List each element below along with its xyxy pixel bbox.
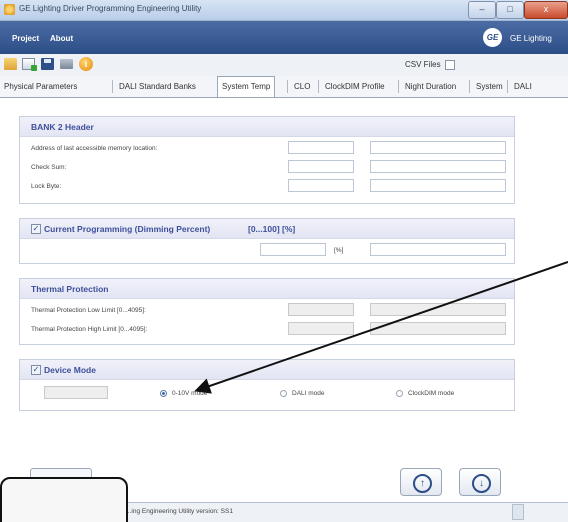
group-header: BANK 2 Header [20,117,514,137]
info-icon[interactable]: i [79,57,93,71]
window-title: GE Lighting Driver Programming Engineeri… [19,4,202,13]
thermal-low-label: Thermal Protection Low Limit [0...4095]: [31,307,146,314]
current-programming-group: ✓ Current Programming (Dimming Percent) … [19,218,515,264]
tab-night-duration[interactable]: Night Duration [401,78,460,95]
arrow-up-icon: ↑ [413,474,432,493]
menu-bar: Project About GE GE Lighting [0,21,568,54]
title-bar: GE Lighting Driver Programming Engineeri… [0,0,568,21]
callout-box [0,477,128,522]
tab-clockdim-profile[interactable]: ClockDIM Profile [321,78,389,95]
export-icon[interactable] [22,58,37,71]
tab-dali-standard-banks[interactable]: DALI Standard Banks [115,78,200,95]
brand-label: GE Lighting [510,34,552,43]
tab-dali[interactable]: DALI [510,78,536,95]
app-window: GE Lighting Driver Programming Engineeri… [0,0,568,522]
window-controls: – □ x [468,0,568,19]
radio-dali-label[interactable]: DALI mode [292,390,325,397]
current-programming-range: [0...100] [%] [248,224,296,234]
thermal-high-field[interactable] [288,322,354,335]
tab-separator [507,80,508,93]
app-icon [4,4,15,15]
radio-dali[interactable] [280,390,287,397]
arrow-down-icon: ↓ [472,474,491,493]
save-icon[interactable] [41,58,54,70]
ge-logo-icon: GE [483,28,502,47]
status-text: ...ing Engineering Utility version: SS1 [126,508,233,515]
thermal-protection-group: Thermal Protection Thermal Protection Lo… [19,278,515,345]
tab-strip: Physical Parameters DALI Standard Banks … [0,76,568,98]
print-icon[interactable] [60,59,73,69]
group-header: ✓ Current Programming (Dimming Percent) … [20,219,514,239]
scroll-down-button[interactable]: ↓ [459,468,501,496]
status-scroll-thumb[interactable] [512,504,524,520]
tab-separator [398,80,399,93]
current-percent-field[interactable] [260,243,326,256]
device-mode-group: ✓ Device Mode 0-10V mode DALI mode Clock… [19,359,515,411]
tab-system[interactable]: System [472,78,507,95]
tab-physical-parameters[interactable]: Physical Parameters [0,78,81,95]
percent-unit-label: [%] [334,247,344,254]
current-programming-title: Current Programming (Dimming Percent) [44,224,211,234]
tab-separator [469,80,470,93]
system-temp-panel: BANK 2 Header Address of last accessible… [0,98,568,502]
lockbyte-hex-field[interactable] [370,179,506,192]
menu-about[interactable]: About [50,34,73,43]
thermal-high-hex-field[interactable] [370,322,506,335]
tab-separator [112,80,113,93]
address-label: Address of last accessible memory locati… [31,145,158,152]
group-header: ✓ Device Mode [20,360,514,380]
lockbyte-value-field[interactable] [288,179,354,192]
menu-project[interactable]: Project [12,34,39,43]
radio-clockdim[interactable] [396,390,403,397]
csv-files-label: CSV Files [405,60,441,69]
checksum-hex-field[interactable] [370,160,506,173]
open-folder-icon[interactable] [4,58,17,70]
minimize-button[interactable]: – [468,1,496,19]
address-value-field[interactable] [288,141,354,154]
group-header: Thermal Protection [20,279,514,299]
thermal-low-hex-field[interactable] [370,303,506,316]
address-hex-field[interactable] [370,141,506,154]
radio-clockdim-label[interactable]: ClockDIM mode [408,390,454,397]
current-hex-field[interactable] [370,243,506,256]
device-mode-field[interactable] [44,386,108,399]
thermal-low-field[interactable] [288,303,354,316]
tab-separator [287,80,288,93]
tab-separator [318,80,319,93]
radio-0-10v-label[interactable]: 0-10V mode [172,390,207,397]
thermal-title: Thermal Protection [31,284,109,294]
bank2-title: BANK 2 Header [31,122,94,132]
device-mode-checkbox[interactable]: ✓ [31,365,41,375]
maximize-button[interactable]: □ [496,1,524,19]
device-mode-title: Device Mode [44,365,96,375]
current-programming-checkbox[interactable]: ✓ [31,224,41,234]
close-button[interactable]: x [524,1,568,19]
checksum-value-field[interactable] [288,160,354,173]
tab-clo[interactable]: CLO [290,78,314,95]
lockbyte-label: Lock Byte: [31,183,62,190]
toolbar: i CSV Files [0,54,568,76]
scroll-up-button[interactable]: ↑ [400,468,442,496]
checksum-label: Check Sum: [31,164,67,171]
csv-files-checkbox[interactable] [445,60,455,70]
bank2-header-group: BANK 2 Header Address of last accessible… [19,116,515,204]
thermal-high-label: Thermal Protection High Limit [0...4095]… [31,326,148,333]
tab-system-temp[interactable]: System Temp [217,76,276,97]
radio-0-10v[interactable] [160,390,167,397]
